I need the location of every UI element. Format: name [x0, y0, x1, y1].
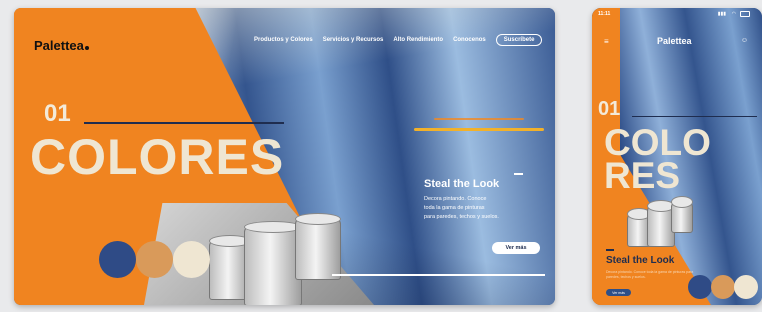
swatch-cream [173, 241, 210, 278]
nav-alto-rendimiento[interactable]: Alto Rendimiento [393, 37, 443, 43]
steal-the-look-block: Steal the Look Decora pintando. Conoce t… [424, 178, 549, 222]
steal-dash [606, 249, 614, 251]
nav-servicios[interactable]: Servicios y Recursos [323, 37, 384, 43]
section-divider [632, 116, 757, 117]
steal-title: Steal the Look [606, 255, 675, 266]
ver-mas-button[interactable]: Ver más [492, 242, 540, 254]
swatch-tan [136, 241, 173, 278]
steal-underline [332, 274, 545, 276]
section-number: 01 [44, 100, 71, 127]
mobile-mockup: 11:11 ▮▮▮ ◠ ≡ Palettea ☺ 01 COLO RES Ste… [592, 8, 762, 305]
paint-can [295, 213, 341, 280]
steal-dash [514, 173, 523, 175]
section-title: COLO RES [604, 124, 714, 196]
status-time: 11:11 [598, 11, 611, 17]
ver-mas-button[interactable]: Ver más [606, 289, 631, 296]
section-title-line2: RES [604, 155, 681, 196]
steal-description: Decora pintando. Conoce toda la gama de … [424, 196, 499, 220]
paint-cans-image [209, 213, 344, 305]
paint-streak [434, 118, 524, 120]
section-title: COLORES [30, 129, 285, 185]
nav-conocenos[interactable]: Conocenos [453, 37, 486, 43]
paint-can [671, 196, 693, 233]
main-nav: Productos y Colores Servicios y Recursos… [254, 34, 543, 46]
battery-icon [740, 11, 750, 17]
paint-streak [414, 128, 544, 131]
swatch-navy [99, 241, 136, 278]
section-number: 01 [598, 98, 621, 120]
wifi-icon: ◠ [731, 11, 736, 17]
steal-title: Steal the Look [424, 178, 500, 190]
signal-icon: ▮▮▮ [717, 11, 726, 17]
hamburger-menu-icon[interactable]: ≡ [604, 37, 609, 46]
logo-text: Palettea [34, 38, 84, 53]
swatch-tan [711, 275, 735, 299]
section-divider [84, 122, 284, 124]
site-logo[interactable]: Palettea [34, 38, 89, 53]
subscribe-button[interactable]: Suscríbete [495, 34, 543, 46]
desktop-mockup: Palettea Productos y Colores Servicios y… [14, 8, 555, 305]
logo-dot [84, 46, 89, 50]
steal-description: Decora pintando. Conoce toda la gama de … [606, 270, 694, 279]
user-icon[interactable]: ☺ [741, 37, 748, 44]
swatch-cream [734, 275, 758, 299]
mobile-logo[interactable]: Palettea [657, 36, 692, 46]
nav-productos[interactable]: Productos y Colores [254, 37, 313, 43]
swatch-navy [688, 275, 712, 299]
paint-cans-image [627, 196, 693, 249]
paint-can [244, 221, 302, 305]
